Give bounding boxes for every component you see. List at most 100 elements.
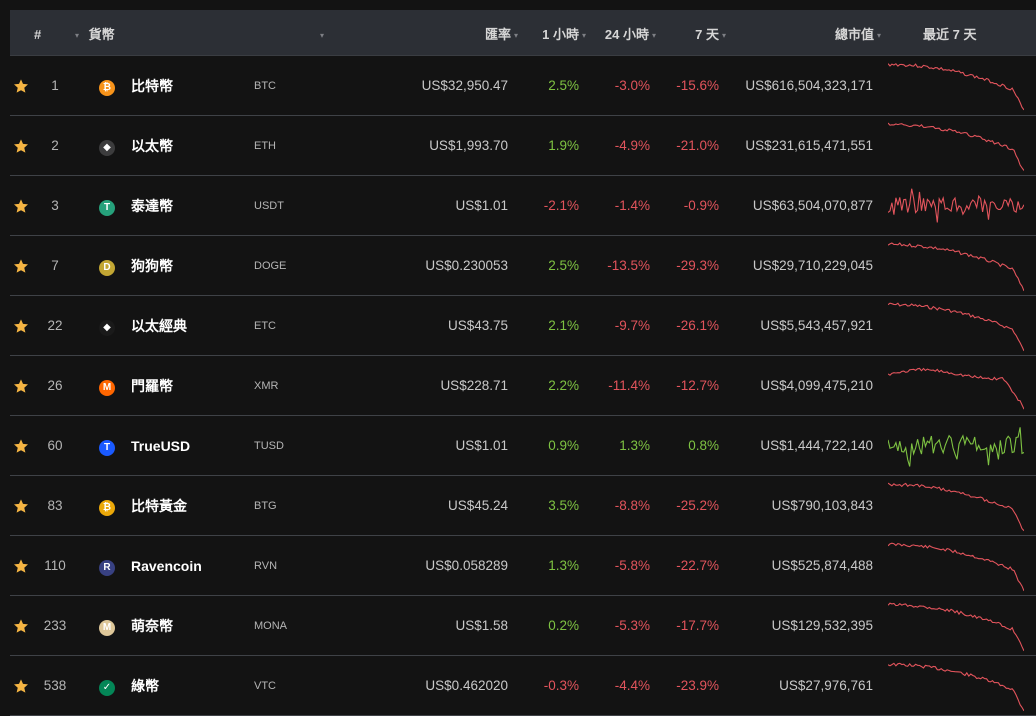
coin-name-link[interactable]: TrueUSD bbox=[131, 416, 190, 475]
header-24h[interactable]: 24 小時 ▾ bbox=[605, 10, 656, 55]
coin-symbol: XMR bbox=[254, 380, 279, 392]
header-7d[interactable]: 7 天 ▾ bbox=[695, 10, 726, 55]
table-header: # ▾ 貨幣 ▾ 匯率 ▾ 1 小時 ▾ 24 小時 ▾ 7 天 ▾ 總市值 ▾ 最近 7… bbox=[10, 10, 1036, 56]
change-1h: 0.9% bbox=[548, 438, 579, 453]
change-1h: -0.3% bbox=[543, 678, 579, 693]
coin-name-link[interactable]: 萌奈幣 bbox=[131, 596, 173, 655]
favorite-star-icon[interactable] bbox=[13, 476, 29, 535]
change-24h: -11.4% bbox=[608, 378, 650, 393]
header-1h[interactable]: 1 小時 ▾ bbox=[542, 10, 586, 55]
sparkline-chart bbox=[888, 296, 1024, 355]
change-7d: -22.7% bbox=[676, 558, 719, 573]
favorite-star-icon[interactable] bbox=[13, 176, 29, 235]
favorite-star-icon[interactable] bbox=[13, 56, 29, 115]
table-row[interactable]: 83 ₿ 比特黃金 BTG US$45.24 3.5% -8.8% -25.2%… bbox=[10, 476, 1036, 536]
favorite-star-icon[interactable] bbox=[13, 236, 29, 295]
coin-name-link[interactable]: 泰達幣 bbox=[131, 176, 173, 235]
sort-icon: ▾ bbox=[651, 30, 656, 40]
market-cap: US$63,504,070,877 bbox=[752, 198, 873, 213]
change-7d: -26.1% bbox=[676, 318, 719, 333]
coin-symbol: USDT bbox=[254, 200, 284, 212]
market-cap: US$616,504,323,171 bbox=[745, 78, 873, 93]
change-24h: -4.4% bbox=[614, 678, 650, 693]
coin-symbol: BTC bbox=[254, 80, 276, 92]
crypto-table: # ▾ 貨幣 ▾ 匯率 ▾ 1 小時 ▾ 24 小時 ▾ 7 天 ▾ 總市值 ▾ 最近 7… bbox=[10, 10, 1036, 716]
price: US$45.24 bbox=[447, 498, 508, 513]
ethereum-classic-icon: ◆ bbox=[99, 296, 117, 355]
coin-name-link[interactable]: 以太幣 bbox=[131, 116, 173, 175]
coin-name-link[interactable]: 比特黃金 bbox=[131, 476, 187, 535]
sort-icon: ▾ bbox=[581, 30, 586, 40]
change-1h: 2.5% bbox=[548, 258, 579, 273]
header-rank[interactable]: # bbox=[34, 10, 41, 55]
change-24h: -1.4% bbox=[614, 198, 650, 213]
currency-filter-dropdown[interactable]: ▾ bbox=[317, 10, 324, 55]
favorite-star-icon[interactable] bbox=[13, 596, 29, 655]
change-1h: 2.5% bbox=[548, 78, 579, 93]
change-1h: 3.5% bbox=[548, 498, 579, 513]
change-7d: -12.7% bbox=[676, 378, 719, 393]
favorite-star-icon[interactable] bbox=[13, 296, 29, 355]
market-cap: US$1,444,722,140 bbox=[760, 438, 873, 453]
sparkline-chart bbox=[888, 236, 1024, 295]
monero-icon: M bbox=[99, 356, 117, 415]
change-24h: -4.9% bbox=[614, 138, 650, 153]
table-row[interactable]: 233 M 萌奈幣 MONA US$1.58 0.2% -5.3% -17.7%… bbox=[10, 596, 1036, 656]
coin-symbol: MONA bbox=[254, 620, 287, 632]
change-7d: -21.0% bbox=[676, 138, 719, 153]
sparkline-chart bbox=[888, 596, 1024, 655]
coin-name-link[interactable]: 比特幣 bbox=[131, 56, 173, 115]
header-currency[interactable]: ▾ 貨幣 bbox=[72, 10, 115, 55]
header-price[interactable]: 匯率 ▾ bbox=[485, 10, 518, 55]
favorite-star-icon[interactable] bbox=[13, 116, 29, 175]
coin-name-link[interactable]: 以太經典 bbox=[131, 296, 187, 355]
table-row[interactable]: 110 R Ravencoin RVN US$0.058289 1.3% -5.… bbox=[10, 536, 1036, 596]
coin-symbol: ETH bbox=[254, 140, 276, 152]
vertcoin-icon: ✓ bbox=[99, 656, 117, 715]
coin-name-link[interactable]: Ravencoin bbox=[131, 536, 202, 595]
price: US$1.01 bbox=[455, 198, 508, 213]
change-7d: -29.3% bbox=[676, 258, 719, 273]
price: US$32,950.47 bbox=[421, 78, 508, 93]
coin-name-link[interactable]: 綠幣 bbox=[131, 656, 159, 715]
table-row[interactable]: 26 M 門羅幣 XMR US$228.71 2.2% -11.4% -12.7… bbox=[10, 356, 1036, 416]
sparkline-chart bbox=[888, 656, 1024, 715]
table-row[interactable]: 7 D 狗狗幣 DOGE US$0.230053 2.5% -13.5% -29… bbox=[10, 236, 1036, 296]
favorite-star-icon[interactable] bbox=[13, 356, 29, 415]
trueusd-icon: T bbox=[99, 416, 117, 475]
header-market-cap[interactable]: 總市值 ▾ bbox=[835, 10, 881, 55]
rank: 3 bbox=[51, 198, 59, 213]
rank: 83 bbox=[47, 498, 63, 513]
price: US$1.58 bbox=[455, 618, 508, 633]
change-24h: -5.3% bbox=[614, 618, 650, 633]
table-row[interactable]: 3 T 泰達幣 USDT US$1.01 -2.1% -1.4% -0.9% U… bbox=[10, 176, 1036, 236]
market-cap: US$27,976,761 bbox=[779, 678, 873, 693]
change-24h: -9.7% bbox=[614, 318, 650, 333]
sort-icon: ▾ bbox=[721, 30, 726, 40]
change-7d: -15.6% bbox=[676, 78, 719, 93]
market-cap: US$4,099,475,210 bbox=[760, 378, 873, 393]
sort-icon: ▾ bbox=[75, 30, 80, 40]
rank: 60 bbox=[47, 438, 63, 453]
coin-name-link[interactable]: 狗狗幣 bbox=[131, 236, 173, 295]
table-row[interactable]: 538 ✓ 綠幣 VTC US$0.462020 -0.3% -4.4% -23… bbox=[10, 656, 1036, 716]
sparkline-chart bbox=[888, 416, 1024, 475]
market-cap: US$129,532,395 bbox=[771, 618, 873, 633]
favorite-star-icon[interactable] bbox=[13, 656, 29, 715]
sort-icon: ▾ bbox=[513, 30, 518, 40]
rank: 2 bbox=[51, 138, 59, 153]
table-row[interactable]: 22 ◆ 以太經典 ETC US$43.75 2.1% -9.7% -26.1%… bbox=[10, 296, 1036, 356]
coin-name-link[interactable]: 門羅幣 bbox=[131, 356, 173, 415]
favorite-star-icon[interactable] bbox=[13, 536, 29, 595]
table-row[interactable]: 2 ◆ 以太幣 ETH US$1,993.70 1.9% -4.9% -21.0… bbox=[10, 116, 1036, 176]
table-row[interactable]: 60 T TrueUSD TUSD US$1.01 0.9% 1.3% 0.8%… bbox=[10, 416, 1036, 476]
change-1h: 1.9% bbox=[548, 138, 579, 153]
ravencoin-icon: R bbox=[99, 536, 117, 595]
favorite-star-icon[interactable] bbox=[13, 416, 29, 475]
ethereum-icon: ◆ bbox=[99, 116, 117, 175]
price: US$1,993.70 bbox=[429, 138, 508, 153]
tether-icon: T bbox=[99, 176, 117, 235]
coin-symbol: DOGE bbox=[254, 260, 287, 272]
monacoin-icon: M bbox=[99, 596, 117, 655]
table-row[interactable]: 1 ₿ 比特幣 BTC US$32,950.47 2.5% -3.0% -15.… bbox=[10, 56, 1036, 116]
